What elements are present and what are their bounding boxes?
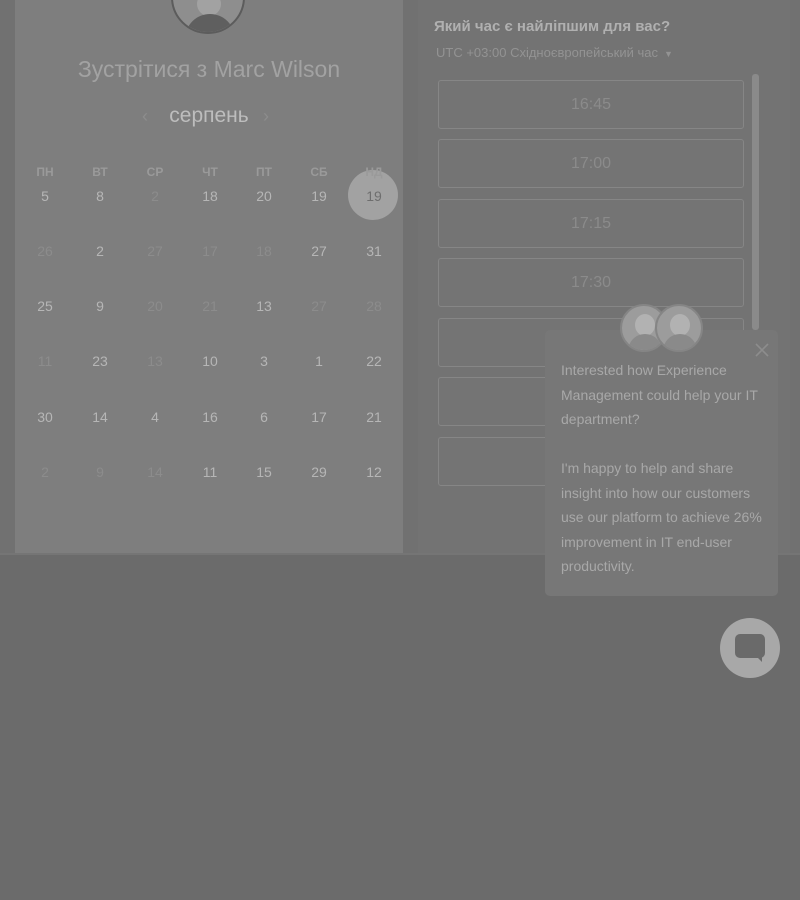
chat-bubble-tail [754,654,762,662]
calendar-day[interactable]: 10 [190,351,230,371]
calendar-day[interactable]: 29 [299,462,339,482]
avatar-shoulders-shape [185,14,235,32]
weekday-label: СБ [310,165,328,179]
chat-launcher-button[interactable] [720,618,780,678]
timezone-selector[interactable]: UTC +03:00 Східноєвропейський час ▼ [436,45,673,60]
weekday-label: СР [146,165,164,179]
calendar-day: 2 [151,188,159,204]
avatar-body-shape [663,334,697,350]
calendar-day-selected[interactable]: 19 [354,186,394,206]
time-question: Який час є найліпшим для вас? [434,18,671,35]
close-icon[interactable] [752,340,772,360]
avatar-head-shape [635,314,655,336]
time-slot-button[interactable]: 17:00 [438,139,744,188]
calendar-day[interactable]: 25 [25,296,65,316]
chevron-left-icon[interactable]: ‹ [142,104,148,128]
calendar-day[interactable]: 21 [354,407,394,427]
chat-message: Interested how Experience Management cou… [561,358,766,579]
time-slot-button[interactable]: 17:30 [438,258,744,307]
calendar-day[interactable]: 23 [80,351,120,371]
calendar-day[interactable]: 3 [244,351,284,371]
calendar-day: 14 [147,464,163,480]
calendar-day: 17 [202,243,218,259]
calendar-day[interactable]: 4 [135,407,175,427]
calendar-day: 2 [41,464,49,480]
calendar-day: 13 [147,353,163,369]
calendar-day[interactable]: 16 [190,407,230,427]
calendar-day: 27 [147,243,163,259]
calendar-day[interactable]: 22 [354,351,394,371]
calendar-day[interactable]: 31 [354,241,394,261]
calendar-day[interactable]: 30 [25,407,65,427]
weekday-label: ВТ [92,165,108,179]
calendar-day[interactable]: 1 [299,351,339,371]
chevron-right-icon[interactable]: › [263,104,269,128]
month-navigation: серпень ‹ › [15,104,403,132]
time-slot-button[interactable]: 17:15 [438,199,744,248]
calendar-day: 21 [202,298,218,314]
chat-message-paragraph: I'm happy to help and share insight into… [561,460,762,574]
calendar-day: 11 [37,353,53,369]
calendar-day[interactable]: 19 [299,186,339,206]
weekday-label: ЧТ [202,165,218,179]
calendar-day: 27 [311,298,327,314]
calendar-day: 18 [256,243,272,259]
calendar-day: 28 [366,298,382,314]
timezone-label: UTC +03:00 Східноєвропейський час [436,45,658,60]
calendar-day[interactable]: 15 [244,462,284,482]
calendar-day[interactable]: 2 [80,241,120,261]
weekday-label: ПТ [256,165,272,179]
avatar-head-shape [670,314,690,336]
calendar-day[interactable]: 5 [25,186,65,206]
agent-avatar [655,304,703,352]
calendar-day[interactable]: 13 [244,296,284,316]
calendar-day[interactable]: 11 [190,462,230,482]
calendar-day[interactable]: 6 [244,407,284,427]
calendar-day[interactable]: 20 [244,186,284,206]
meeting-title: Зустрітися з Marc Wilson [77,56,341,82]
calendar-day[interactable]: 18 [190,186,230,206]
calendar-day[interactable]: 27 [299,241,339,261]
calendar-day: 9 [96,464,104,480]
weekday-label: НД [365,165,383,179]
month-label: серпень [169,104,249,127]
calendar-day: 20 [147,298,163,314]
caret-down-icon: ▼ [663,48,673,59]
calendar-day[interactable]: 8 [80,186,120,206]
weekday-label: ПН [36,165,54,179]
chat-message-paragraph: Interested how Experience Management cou… [561,362,758,427]
time-slot-scrollbar[interactable] [752,74,759,330]
calendar-day[interactable]: 12 [354,462,394,482]
calendar-day[interactable]: 14 [80,407,120,427]
calendar-day[interactable]: 9 [80,296,120,316]
calendar-day[interactable]: 17 [299,407,339,427]
time-slot-button[interactable]: 16:45 [438,80,744,129]
calendar-day: 26 [37,243,53,259]
